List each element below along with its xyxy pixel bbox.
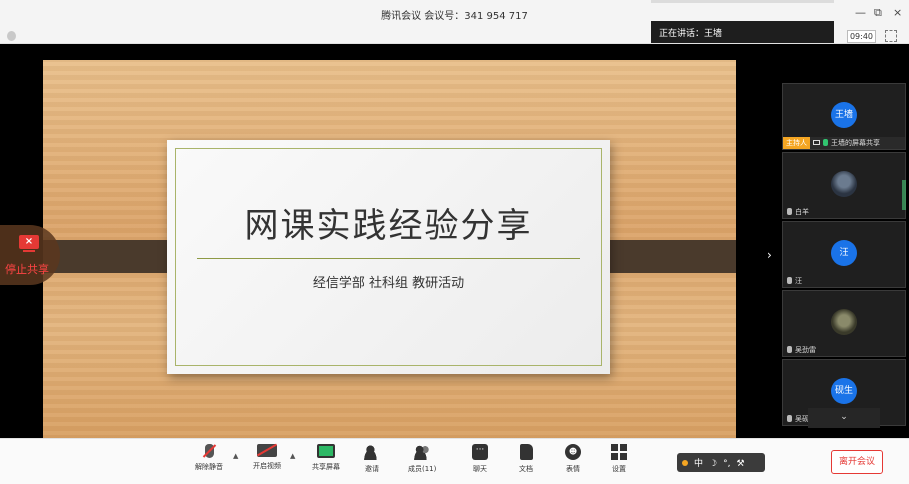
document-icon [519, 444, 533, 460]
participant-name-row: 白羊 [783, 206, 905, 218]
settings-button[interactable]: 设置 [611, 444, 627, 474]
stop-share-icon: × [19, 235, 39, 252]
slide-band-left [43, 240, 185, 273]
emoji-icon: ☻ [565, 444, 581, 460]
avatar: 汪 [831, 240, 857, 266]
share-screen-label: 共享屏幕 [312, 463, 340, 471]
slide-card: 网课实践经验分享 经信学部 社科组 教研活动 [167, 140, 610, 374]
audio-options-caret-icon[interactable]: ▲ [233, 452, 238, 460]
start-video-label: 开启视频 [253, 462, 281, 470]
slide-card-border [175, 148, 602, 366]
collapse-panel-chevron-icon[interactable]: › [767, 248, 772, 262]
stop-share-button[interactable]: × 停止共享 [0, 225, 60, 285]
speaking-indicator: 正在讲话：王墙 [651, 21, 834, 43]
chat-bubble-icon: ··· [472, 444, 488, 460]
participant-name: 吴劲雷 [795, 346, 816, 354]
window-title: 腾讯会议 会议号：341 954 717 [381, 11, 528, 22]
mic-muted-icon [787, 277, 792, 284]
leave-meeting-button[interactable]: 离开会议 [831, 450, 883, 474]
documents-button[interactable]: 文档 [519, 444, 533, 474]
ime-mode[interactable]: 中 [694, 459, 703, 469]
meeting-toolbar: 解除静音 ▲ 开启视频 ▲ 共享屏幕 邀请 成员(11) ··· 聊天 文档 ☻… [0, 438, 909, 484]
ime-wrench-icon[interactable]: ⚒ [736, 459, 744, 469]
input-method-bar[interactable]: 中 ☽ °, ⚒ [677, 453, 765, 472]
avatar [831, 171, 857, 197]
start-video-button[interactable]: 开启视频 [253, 443, 281, 471]
participant-name: 白羊 [795, 208, 809, 216]
participant-name: 王墙的屏幕共享 [831, 139, 880, 147]
participant-tile[interactable]: 王墙 主持人 王墙的屏幕共享 [782, 83, 906, 150]
unmute-button[interactable]: 解除静音 [195, 444, 223, 472]
speaking-banner-edge [651, 0, 834, 3]
invite-button[interactable]: 邀请 [364, 444, 380, 474]
members-label: 成员(11) [408, 465, 437, 473]
screen-share-icon [813, 140, 820, 145]
mic-muted-icon [202, 444, 216, 458]
chat-label: 聊天 [473, 465, 487, 473]
video-options-caret-icon[interactable]: ▲ [290, 452, 295, 460]
scroll-indicator[interactable] [902, 180, 906, 210]
ime-punct-icon[interactable]: °, [723, 459, 730, 469]
slide-subtitle: 经信学部 社科组 教研活动 [312, 276, 465, 291]
participant-name-row: 吴劲雷 [783, 344, 905, 356]
mic-muted-icon [787, 415, 792, 422]
close-button[interactable]: × [893, 6, 902, 19]
share-stage: 网课实践经验分享 经信学部 社科组 教研活动 × 停止共享 › [0, 44, 909, 438]
add-user-icon [364, 444, 380, 460]
camera-off-icon [256, 443, 278, 457]
mic-on-icon [823, 139, 828, 146]
meeting-timer: 09:40 [847, 30, 876, 43]
members-icon [414, 444, 431, 460]
participant-tile[interactable]: 白羊 [782, 152, 906, 219]
settings-label: 设置 [612, 465, 626, 473]
documents-label: 文档 [519, 465, 533, 473]
host-badge: 主持人 [783, 137, 810, 149]
fullscreen-icon[interactable] [885, 30, 897, 42]
settings-grid-icon [611, 444, 627, 460]
members-button[interactable]: 成员(11) [408, 444, 436, 474]
slide-title: 网课实践经验分享 [244, 206, 533, 246]
ime-logo-icon [682, 460, 688, 466]
slide-band-right [596, 240, 736, 273]
share-screen-icon [317, 444, 335, 458]
slide-divider [197, 258, 580, 259]
participant-name: 汪 [795, 277, 802, 285]
participant-name-row: 主持人 王墙的屏幕共享 [783, 137, 905, 149]
ime-moon-icon[interactable]: ☽ [709, 459, 717, 469]
mic-muted-icon [787, 346, 792, 353]
participant-name-row: 汪 [783, 275, 905, 287]
participant-tile[interactable]: 汪 汪 [782, 221, 906, 288]
chat-button[interactable]: ··· 聊天 [472, 444, 488, 474]
reactions-label: 表情 [566, 465, 580, 473]
mic-muted-icon [787, 208, 792, 215]
reactions-button[interactable]: ☻ 表情 [565, 444, 581, 474]
participant-tile[interactable]: 吴劲雷 [782, 290, 906, 357]
minimize-button[interactable]: — [855, 6, 866, 19]
restore-button[interactable]: ⧉ [874, 6, 882, 20]
stop-share-label: 停止共享 [5, 263, 49, 276]
unmute-label: 解除静音 [195, 463, 223, 471]
shared-slide: 网课实践经验分享 经信学部 社科组 教研活动 [43, 60, 736, 438]
share-screen-button[interactable]: 共享屏幕 [312, 444, 340, 472]
avatar: 砚生 [831, 378, 857, 404]
security-shield-icon[interactable] [7, 31, 16, 41]
expand-participants-chevron-icon[interactable]: ⌄ [808, 408, 880, 428]
avatar: 王墙 [831, 102, 857, 128]
avatar [831, 309, 857, 335]
invite-label: 邀请 [365, 465, 379, 473]
